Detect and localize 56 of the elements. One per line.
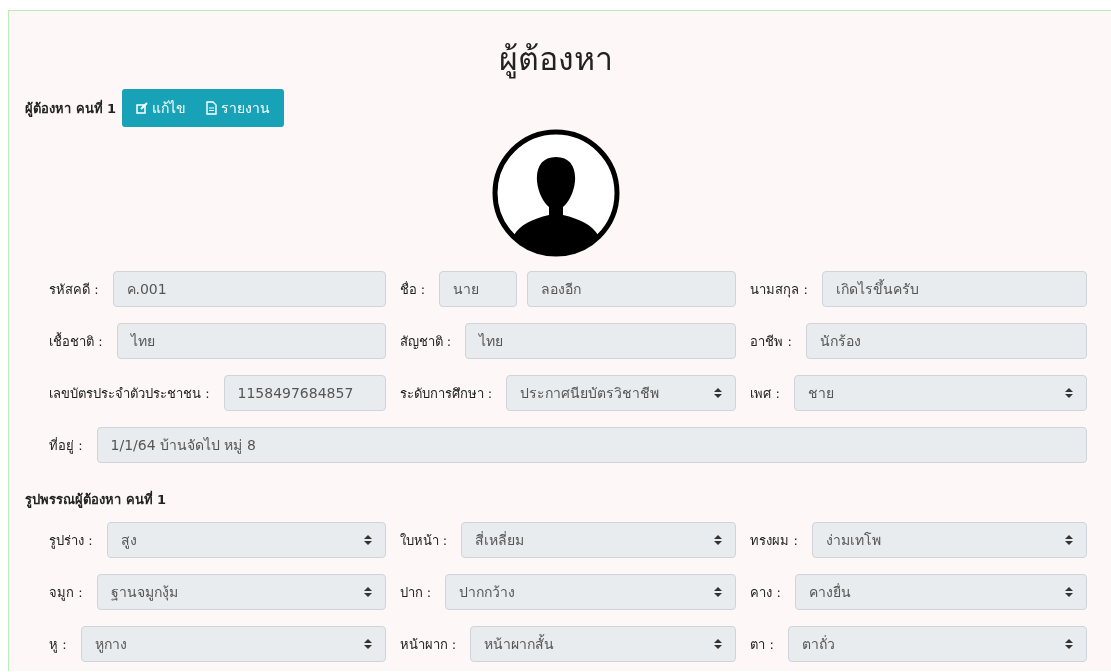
field-label: นามสกุล : (750, 280, 808, 300)
select-field[interactable]: สูง (106, 522, 386, 558)
field-label: ชื่อ : (399, 280, 426, 299)
sort-caret-icon (363, 534, 372, 546)
select-field[interactable]: ตาถั่ว (787, 626, 1087, 662)
sort-caret-icon (1065, 586, 1073, 598)
field-label: รหัสคดี : (49, 280, 99, 299)
select-field[interactable]: หน้าผากสั้น (470, 626, 737, 662)
edit-icon (136, 102, 149, 114)
input-field[interactable]: 1/1/64 บ้านจัดไป หมู่ 8 (96, 427, 1087, 463)
page-title: ผู้ต้องหา (498, 39, 614, 81)
sort-caret-icon (714, 387, 723, 399)
field-label: ที่อยู่ : (49, 436, 83, 456)
sort-caret-icon (714, 638, 723, 650)
input-field[interactable]: เกิดไรขึ้นครับ (821, 271, 1087, 307)
sort-caret-icon (714, 534, 723, 546)
select-field[interactable]: ฐานจมูกงุ้ม (96, 574, 386, 610)
field-label: คาง : (750, 583, 781, 602)
input-field[interactable]: 1158497684857 (223, 375, 386, 411)
select-field[interactable]: ง่ามเทโพ (811, 522, 1087, 558)
sort-caret-icon (1065, 534, 1073, 546)
field-label: ปาก : (399, 583, 432, 602)
input-field[interactable]: นักร้อง (805, 323, 1087, 359)
field-label: ระดับการศึกษา : (399, 384, 493, 403)
section-heading: รูปพรรณผู้ต้องหา คนที่ 1 (25, 489, 168, 510)
select-field[interactable]: หูกาง (80, 626, 386, 662)
sort-caret-icon (363, 638, 372, 650)
sort-caret-icon (1065, 638, 1073, 650)
sort-caret-icon (1065, 387, 1073, 399)
select-field[interactable]: ประกาศนียบัตรวิชาชีพ (506, 375, 737, 411)
sort-caret-icon (714, 586, 723, 598)
field-label: เชื้อชาติ : (49, 331, 103, 351)
select-field[interactable]: ปากกว้าง (445, 574, 737, 610)
sort-caret-icon (363, 586, 372, 598)
input-field[interactable]: นาย (439, 271, 518, 307)
select-field[interactable]: คางยื่น (794, 574, 1087, 610)
document-icon (206, 101, 218, 115)
field-label: อาชีพ : (750, 332, 792, 351)
field-label: เพศ : (750, 384, 780, 403)
field-label: หู : (49, 635, 67, 655)
input-field[interactable]: ไทย (116, 323, 386, 359)
input-field[interactable]: ไทย (465, 323, 737, 359)
field-label: สัญชาติ : (399, 332, 452, 351)
input-field[interactable]: ค.001 (112, 271, 386, 307)
section-heading: ผู้ต้องหา คนที่ 1 (25, 98, 117, 119)
field-label: รูปร่าง : (49, 531, 93, 551)
field-label: จมูก : (49, 583, 83, 603)
select-field[interactable]: สี่เหลี่ยม (461, 522, 737, 558)
field-label: ตา : (750, 635, 774, 654)
avatar-icon (492, 129, 620, 257)
field-label: ใบหน้า : (399, 531, 448, 550)
field-label: ทรงผม : (750, 531, 798, 550)
field-label: เลขบัตรประจำตัวประชาชน : (49, 384, 210, 403)
select-field[interactable]: ชาย (793, 375, 1087, 411)
field-label: หน้าผาก : (399, 635, 457, 654)
input-field[interactable]: ลองอีก (527, 271, 737, 307)
